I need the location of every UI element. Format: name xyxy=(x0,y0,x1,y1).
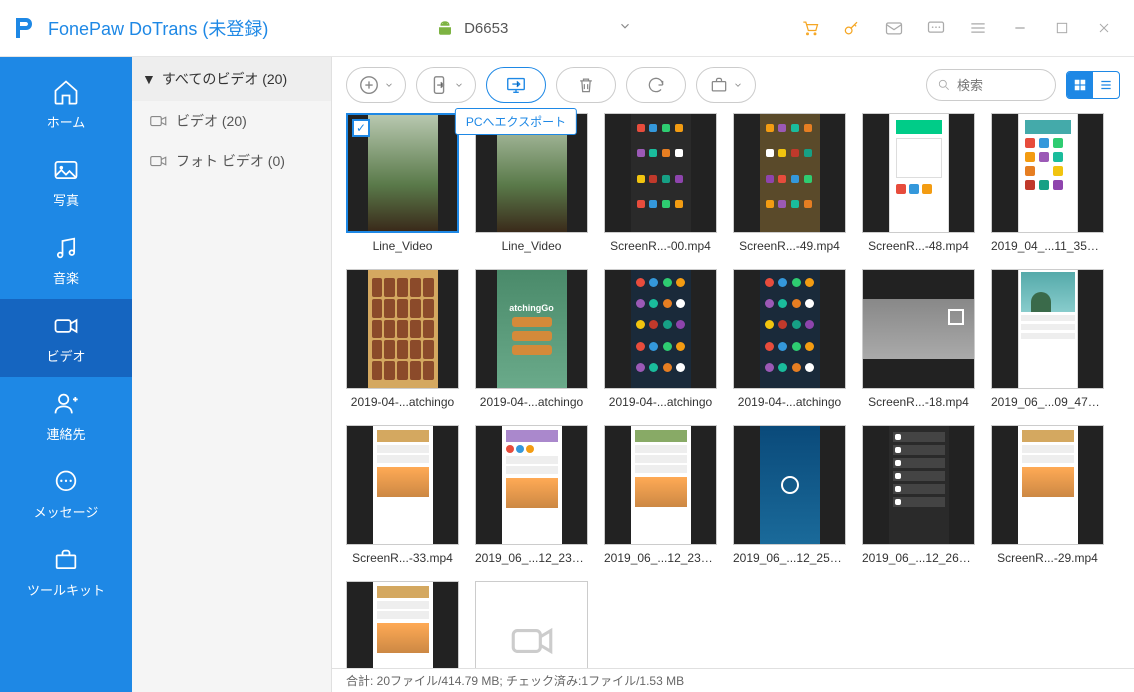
titlebar: FonePaw DoTrans (未登録) D6653 xyxy=(0,0,1134,57)
tree-item-photo-video[interactable]: フォト ビデオ (0) xyxy=(132,141,331,181)
video-label: Line_Video xyxy=(346,239,459,253)
video-label: ScreenR...-00.mp4 xyxy=(604,239,717,253)
nav-home[interactable]: ホーム xyxy=(0,65,132,143)
video-thumb[interactable]: ScreenR...-49.mp4 xyxy=(733,113,846,253)
menu-icon[interactable] xyxy=(968,18,988,38)
video-label: 2019-04-...atchingo xyxy=(604,395,717,409)
toolkit-button[interactable] xyxy=(696,67,756,103)
video-thumb[interactable]: 2019-04-...atchingo xyxy=(346,269,459,409)
refresh-button[interactable] xyxy=(626,67,686,103)
app-title: FonePaw DoTrans (未登録) xyxy=(48,15,268,41)
search-icon xyxy=(937,78,951,92)
video-label: 2019_06_...12_26_21 xyxy=(862,551,975,565)
message-icon[interactable] xyxy=(926,18,946,38)
status-bar: 合計: 20ファイル/414.79 MB; チェック済み:1ファイル/1.53 … xyxy=(332,668,1134,692)
minimize-button[interactable] xyxy=(1010,18,1030,38)
video-label: 2019-04-...atchingo xyxy=(475,395,588,409)
video-thumb[interactable]: ScreenR...-00.mp4 xyxy=(604,113,717,253)
video-thumb[interactable]: 2019_04_...11_35_52 xyxy=(991,113,1104,253)
android-icon xyxy=(436,19,454,37)
delete-button[interactable] xyxy=(556,67,616,103)
video-thumb[interactable]: 2019-04-...atchingo xyxy=(604,269,717,409)
video-label: 2019_06_...09_47_06 xyxy=(991,395,1104,409)
cart-icon[interactable] xyxy=(800,18,820,38)
sidebar: ホーム 写真 音楽 ビデオ 連絡先 メッセージ ツールキット xyxy=(0,57,132,692)
video-label: ScreenR...-48.mp4 xyxy=(862,239,975,253)
device-selector[interactable]: D6653 xyxy=(420,13,648,44)
video-thumb[interactable]: ScreenR...-29.mp4 xyxy=(991,425,1104,565)
video-thumb[interactable]: ScreenR...-18.mp4 xyxy=(862,269,975,409)
caret-down-icon: ▼ xyxy=(142,71,156,87)
category-tree: ▼ すべてのビデオ (20) ビデオ (20) フォト ビデオ (0) xyxy=(132,57,332,692)
video-label: 2019_06_...12_23_43 xyxy=(604,551,717,565)
app-logo xyxy=(0,0,48,57)
nav-messages[interactable]: メッセージ xyxy=(0,455,132,533)
video-thumb[interactable]: 2019_06_...12_23_43 xyxy=(604,425,717,565)
nav-music[interactable]: 音楽 xyxy=(0,221,132,299)
video-label: ScreenR...-29.mp4 xyxy=(991,551,1104,565)
video-grid: ✓ Line_Video Line_Video ScreenR...-00.mp4 Sc… xyxy=(332,113,1134,668)
export-pc-button[interactable]: PCへエクスポート xyxy=(486,67,546,103)
video-label: 2019_06_...12_23_04 xyxy=(475,551,588,565)
check-icon: ✓ xyxy=(352,119,370,137)
video-thumb[interactable]: ScreenR...-48.mp4 xyxy=(862,113,975,253)
video-thumb[interactable]: 2019_06_...12_26_21 xyxy=(862,425,975,565)
tooltip: PCへエクスポート xyxy=(455,108,577,135)
video-label: 2019_04_...11_35_52 xyxy=(991,239,1104,253)
video-label: Line_Video xyxy=(475,239,588,253)
nav-toolkit[interactable]: ツールキット xyxy=(0,533,132,611)
nav-video[interactable]: ビデオ xyxy=(0,299,132,377)
nav-contacts[interactable]: 連絡先 xyxy=(0,377,132,455)
tree-header[interactable]: ▼ すべてのビデオ (20) xyxy=(132,57,331,101)
mail-icon[interactable] xyxy=(884,18,904,38)
video-label: ScreenR...-49.mp4 xyxy=(733,239,846,253)
video-thumb[interactable]: 2019-04-...atchingo xyxy=(733,269,846,409)
tree-item-video[interactable]: ビデオ (20) xyxy=(132,101,331,141)
video-label: 2019-04-...atchingo xyxy=(733,395,846,409)
video-label: ScreenR...-18.mp4 xyxy=(862,395,975,409)
toolbar: PCへエクスポート xyxy=(332,57,1134,113)
add-button[interactable] xyxy=(346,67,406,103)
status-text: 合計: 20ファイル/414.79 MB; チェック済み:1ファイル/1.53 … xyxy=(346,672,684,689)
video-thumb[interactable]: ScreenR...-33.mp4 xyxy=(346,425,459,565)
nav-photos[interactable]: 写真 xyxy=(0,143,132,221)
close-button[interactable] xyxy=(1094,18,1114,38)
video-label: ScreenR...-33.mp4 xyxy=(346,551,459,565)
video-thumb[interactable]: 2019_06_...12_25_02 xyxy=(733,425,846,565)
list-view-button[interactable] xyxy=(1093,72,1119,98)
maximize-button[interactable] xyxy=(1052,18,1072,38)
video-thumb[interactable]: 2019_06_...09_47_06 xyxy=(991,269,1104,409)
device-name: D6653 xyxy=(464,20,508,37)
key-icon[interactable] xyxy=(842,18,862,38)
grid-view-button[interactable] xyxy=(1067,72,1093,98)
video-label: 2019-04-...atchingo xyxy=(346,395,459,409)
export-device-button[interactable] xyxy=(416,67,476,103)
video-label: 2019_06_...12_25_02 xyxy=(733,551,846,565)
video-thumb[interactable]: 2019_06_...12_23_04 xyxy=(475,425,588,565)
view-toggle xyxy=(1066,71,1120,99)
search-input[interactable] xyxy=(957,78,1037,93)
video-thumb[interactable] xyxy=(346,581,459,668)
video-thumb[interactable]: ✓ Line_Video xyxy=(346,113,459,253)
video-thumb[interactable] xyxy=(475,581,588,668)
chevron-down-icon xyxy=(618,19,632,38)
search-box[interactable] xyxy=(926,69,1056,101)
video-thumb[interactable]: atchingGo2019-04-...atchingo xyxy=(475,269,588,409)
